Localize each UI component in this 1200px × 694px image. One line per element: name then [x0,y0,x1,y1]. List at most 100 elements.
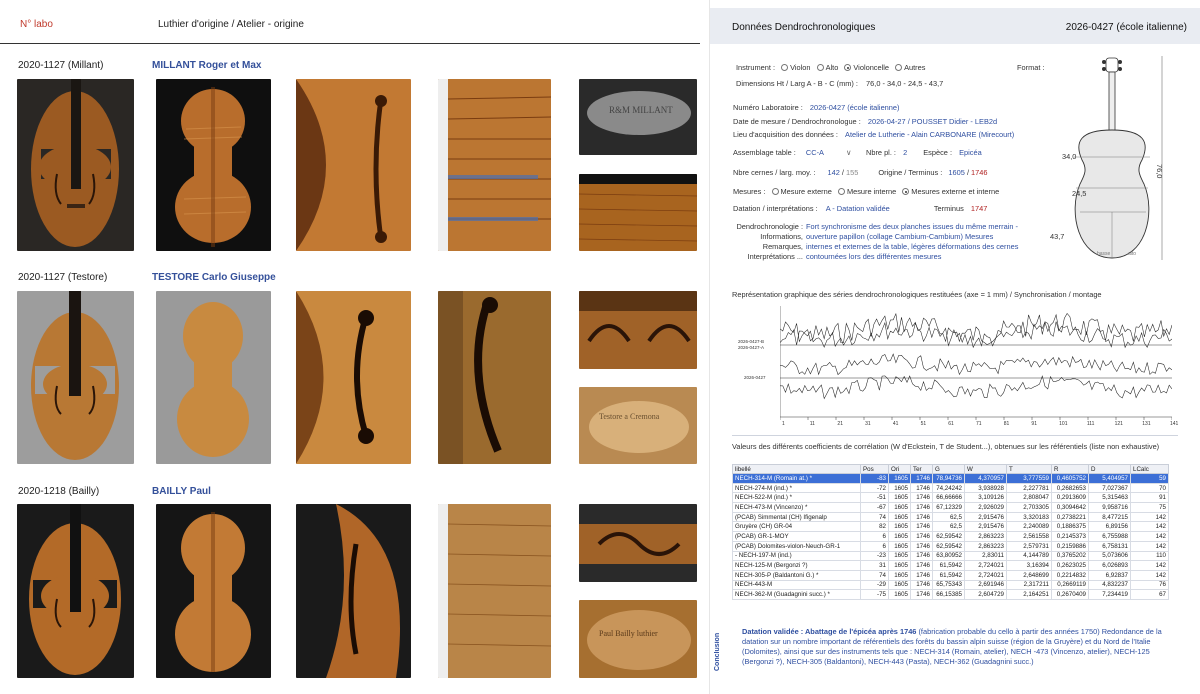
photo-testore-scroll[interactable] [579,291,697,369]
photo-millant-front[interactable] [17,79,134,251]
col-header-3[interactable]: Ter [910,464,933,474]
column-header-luthier: Luthier d'origine / Atelier - origine [158,19,304,30]
col-header-9[interactable]: LCalc [1130,464,1169,474]
terminus-value: 1746 [971,168,988,177]
table-cell: -75 [860,589,889,600]
photo-bailly-rings[interactable] [438,504,551,678]
table-row[interactable]: NECH-125-M (Bergonzi ?) 31 1605 1746 61,5942… [732,560,1169,571]
chevron-down-icon[interactable]: ∨ [846,148,851,157]
photo-bailly-scroll[interactable] [579,504,697,582]
table-row[interactable]: NECH-362-M (Guadagnini succ.) * -75 1605 17… [732,589,1169,600]
col-header-5[interactable]: W [964,464,1007,474]
table-cell: 5,315463 [1088,492,1131,504]
photo-bailly-back[interactable] [156,504,271,678]
table-cell: 2,83011 [964,550,1007,562]
table-row[interactable]: NECH-314-M (Romain at.) * -83 1605 1746 78,9… [732,473,1169,484]
table-row[interactable]: NECH-443-M -29 1605 1746 65,75343 2,691946 2,3… [732,579,1169,591]
photo-testore-fhole-detail[interactable] [438,291,551,464]
radio-violoncelle[interactable] [844,64,852,71]
table-cell: 66,66666 [932,492,965,504]
table-row[interactable]: NECH-305-P (Baldantoni G.) * 74 1605 1746 61… [732,569,1169,581]
col-header-2[interactable]: Ori [888,464,911,474]
series-label-a: 2026-0427-A [738,345,765,350]
radio-mesure-interne[interactable] [837,188,845,195]
radio-mesure-externe[interactable] [771,188,779,195]
radio-mesure-ext-int[interactable] [902,188,910,195]
photo-testore-front[interactable] [17,291,134,464]
table-cell: 1746 [910,511,933,523]
table-row[interactable]: (PCAB) GR-1-MOY 6 1605 1746 62,59542 2,863223… [732,531,1169,542]
instrument-label: Instrument : [736,63,776,72]
dimensions-value: 76,0 - 34,0 - 24,5 - 43,7 [866,79,944,88]
datation-value: A - Datation validée [825,204,890,213]
photo-millant-back[interactable] [156,79,271,251]
table-row[interactable]: (PCAB) Simmental (CH) Ifigenalp 74 1605 174… [732,511,1169,523]
mesure-externe-label: Mesure externe [780,187,832,196]
format-label: Format : [1017,63,1045,72]
table-cell: 74 [860,511,889,523]
table-cell: 2,915476 [964,511,1007,523]
table-cell: 59 [1130,473,1169,484]
radio-violon[interactable] [781,64,789,71]
comment-text: Fort synchronisme des deux planches issu… [806,222,1019,261]
mesure-interne-label: Mesure interne [846,187,897,196]
photo-testore-fhole[interactable] [296,291,411,464]
table-cell: NECH-443-M [732,579,861,591]
table-row[interactable]: NECH-473-M (Vincenzo) * -67 1605 1746 67,123… [732,502,1169,513]
table-cell: - NECH-197-M (ind.) [732,550,861,562]
table-cell: 6 [860,540,889,552]
dim-label-c: 43,7 [1050,232,1065,241]
table-cell: 1746 [910,473,933,484]
table-cell: 3,109126 [964,492,1007,504]
lieu-value: Atelier de Lutherie - Alain CARBONARE (M… [845,130,1015,139]
sheet-title: Données Dendrochronologiques [732,22,876,33]
zone-label-2: alto [1128,251,1137,257]
photo-bailly-fhole[interactable] [296,504,411,678]
conclusion-bold: Datation validée : Abattage de l'épicéa … [742,627,917,636]
photo-millant-stamp[interactable]: R&M MILLANT [579,79,697,155]
table-cell: 2,604729 [964,589,1007,600]
table-row[interactable]: (PCAB) Dolomites-violon-Neuch-GR-1 6 1605 1… [732,540,1169,552]
lieu-label: Lieu d'acquisition des données : [733,130,838,139]
table-cell: 6,92837 [1088,569,1131,581]
table-row[interactable]: NECH-274-M (ind.) * -72 1605 1746 74,24242 3,… [732,482,1169,494]
table-cell: 67,12329 [932,502,965,513]
table-cell: 62,5 [932,521,965,533]
col-header-1[interactable]: Pos [860,464,889,474]
table-cell: 9,958716 [1088,502,1131,513]
table-cell: 0,2159886 [1051,540,1089,552]
photo-millant-edge[interactable] [579,174,697,251]
table-cell: 2,691946 [964,579,1007,591]
radio-alto[interactable] [816,64,824,71]
col-header-0[interactable]: libellé [732,464,861,474]
table-row[interactable]: - NECH-197-M (ind.) -23 1605 1746 63,80952 2,… [732,550,1169,562]
col-header-6[interactable]: T [1006,464,1052,474]
photo-millant-rings[interactable] [438,79,551,251]
table-row[interactable]: Gruyère (CH) GR-04 82 1605 1746 62,5 2,915476… [732,521,1169,533]
table-cell: NECH-522-M (ind.) * [732,492,861,504]
table-cell: 1605 [888,540,911,552]
origine-value: 1605 [948,168,965,177]
table-cell: 1746 [910,492,933,504]
photo-testore-stamp[interactable]: Testore a Cremona [579,387,697,464]
photo-bailly-stamp[interactable]: Paul Bailly luthier [579,600,697,678]
graph-title: Représentation graphique des séries dend… [732,290,1102,299]
table-cell: 5,404957 [1088,473,1131,484]
table-cell: 2,915476 [964,521,1007,533]
col-header-4[interactable]: G [932,464,965,474]
radio-autres[interactable] [895,64,903,71]
table-row[interactable]: NECH-522-M (ind.) * -51 1605 1746 66,66666 3,… [732,492,1169,504]
table-cell: 0,1886375 [1051,521,1089,533]
photo-millant-fhole[interactable] [296,79,411,251]
table-cell: NECH-125-M (Bergonzi ?) [732,560,861,571]
table-cell: 1605 [888,579,911,591]
table-cell: 6,89156 [1088,521,1131,533]
table-cell: 2,579731 [1006,540,1052,552]
col-header-8[interactable]: D [1088,464,1131,474]
photo-bailly-front[interactable] [17,504,134,678]
origine-label: Origine / Terminus : [878,168,943,177]
photo-testore-back[interactable] [156,291,271,464]
col-header-7[interactable]: R [1051,464,1089,474]
dimensions-label: Dimensions Ht / Larg A - B - C (mm) : [736,79,858,88]
assemblage-value[interactable]: CC-A [806,148,824,157]
